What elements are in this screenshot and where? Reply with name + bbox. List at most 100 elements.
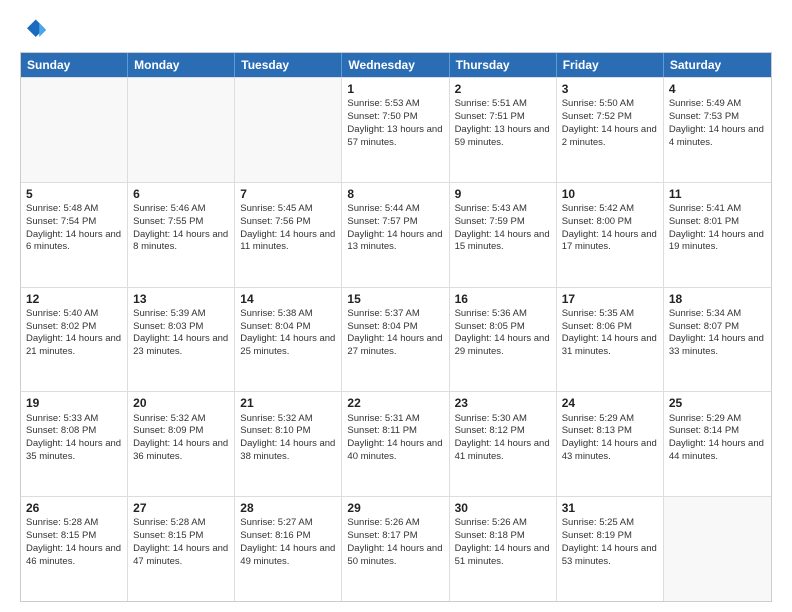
calendar-cell: 5Sunrise: 5:48 AMSunset: 7:54 PMDaylight… xyxy=(21,183,128,287)
calendar-cell: 4Sunrise: 5:49 AMSunset: 7:53 PMDaylight… xyxy=(664,78,771,182)
day-number: 29 xyxy=(347,500,443,516)
day-number: 11 xyxy=(669,186,766,202)
day-number: 14 xyxy=(240,291,336,307)
day-number: 17 xyxy=(562,291,658,307)
cell-info: Sunrise: 5:51 AMSunset: 7:51 PMDaylight:… xyxy=(455,98,551,149)
calendar-cell: 1Sunrise: 5:53 AMSunset: 7:50 PMDaylight… xyxy=(342,78,449,182)
day-number: 15 xyxy=(347,291,443,307)
calendar-cell: 24 Sunrise: 5:29 AMSunset: 8:13 PMDayligh… xyxy=(557,392,664,496)
cell-info: Sunrise: 5:41 AMSunset: 8:01 PMDaylight:… xyxy=(669,203,766,254)
calendar-cell xyxy=(664,497,771,601)
cell-info: Sunrise: 5:38 AMSunset: 8:04 PMDaylight:… xyxy=(240,308,336,359)
day-number: 27 xyxy=(133,500,229,516)
day-number: 2 xyxy=(455,81,551,97)
calendar-cell: 27Sunrise: 5:28 AMSunset: 8:15 PMDayligh… xyxy=(128,497,235,601)
cell-info: Sunrise: 5:25 AMSunset: 8:19 PMDaylight:… xyxy=(562,517,658,568)
logo-icon xyxy=(20,16,48,44)
cell-info: Sunrise: 5:29 AMSunset: 8:13 PMDaylight:… xyxy=(562,413,658,464)
header xyxy=(20,16,772,44)
calendar-cell: 14Sunrise: 5:38 AMSunset: 8:04 PMDayligh… xyxy=(235,288,342,392)
header-day-monday: Monday xyxy=(128,53,235,77)
day-number: 24 xyxy=(562,395,658,411)
calendar-row-0: 1Sunrise: 5:53 AMSunset: 7:50 PMDaylight… xyxy=(21,77,771,182)
cell-info: Sunrise: 5:34 AMSunset: 8:07 PMDaylight:… xyxy=(669,308,766,359)
day-number: 7 xyxy=(240,186,336,202)
cell-info: Sunrise: 5:39 AMSunset: 8:03 PMDaylight:… xyxy=(133,308,229,359)
day-number: 3 xyxy=(562,81,658,97)
day-number: 20 xyxy=(133,395,229,411)
header-day-tuesday: Tuesday xyxy=(235,53,342,77)
calendar-cell: 19Sunrise: 5:33 AMSunset: 8:08 PMDayligh… xyxy=(21,392,128,496)
cell-info: Sunrise: 5:33 AMSunset: 8:08 PMDaylight:… xyxy=(26,413,122,464)
day-number: 4 xyxy=(669,81,766,97)
cell-info: Sunrise: 5:49 AMSunset: 7:53 PMDaylight:… xyxy=(669,98,766,149)
calendar-cell: 18Sunrise: 5:34 AMSunset: 8:07 PMDayligh… xyxy=(664,288,771,392)
calendar-cell: 30Sunrise: 5:26 AMSunset: 8:18 PMDayligh… xyxy=(450,497,557,601)
calendar-cell: 17Sunrise: 5:35 AMSunset: 8:06 PMDayligh… xyxy=(557,288,664,392)
calendar-cell: 29Sunrise: 5:26 AMSunset: 8:17 PMDayligh… xyxy=(342,497,449,601)
cell-info: Sunrise: 5:27 AMSunset: 8:16 PMDaylight:… xyxy=(240,517,336,568)
cell-info: Sunrise: 5:43 AMSunset: 7:59 PMDaylight:… xyxy=(455,203,551,254)
calendar-row-4: 26Sunrise: 5:28 AMSunset: 8:15 PMDayligh… xyxy=(21,496,771,601)
day-number: 25 xyxy=(669,395,766,411)
header-day-saturday: Saturday xyxy=(664,53,771,77)
calendar-row-1: 5Sunrise: 5:48 AMSunset: 7:54 PMDaylight… xyxy=(21,182,771,287)
calendar: SundayMondayTuesdayWednesdayThursdayFrid… xyxy=(20,52,772,602)
header-day-thursday: Thursday xyxy=(450,53,557,77)
calendar-cell: 15Sunrise: 5:37 AMSunset: 8:04 PMDayligh… xyxy=(342,288,449,392)
calendar-cell xyxy=(128,78,235,182)
cell-info: Sunrise: 5:28 AMSunset: 8:15 PMDaylight:… xyxy=(133,517,229,568)
day-number: 23 xyxy=(455,395,551,411)
cell-info: Sunrise: 5:44 AMSunset: 7:57 PMDaylight:… xyxy=(347,203,443,254)
cell-info: Sunrise: 5:48 AMSunset: 7:54 PMDaylight:… xyxy=(26,203,122,254)
cell-info: Sunrise: 5:42 AMSunset: 8:00 PMDaylight:… xyxy=(562,203,658,254)
header-day-friday: Friday xyxy=(557,53,664,77)
cell-info: Sunrise: 5:30 AMSunset: 8:12 PMDaylight:… xyxy=(455,413,551,464)
calendar-header: SundayMondayTuesdayWednesdayThursdayFrid… xyxy=(21,53,771,77)
day-number: 26 xyxy=(26,500,122,516)
day-number: 1 xyxy=(347,81,443,97)
day-number: 18 xyxy=(669,291,766,307)
calendar-body: 1Sunrise: 5:53 AMSunset: 7:50 PMDaylight… xyxy=(21,77,771,601)
cell-info: Sunrise: 5:28 AMSunset: 8:15 PMDaylight:… xyxy=(26,517,122,568)
cell-info: Sunrise: 5:46 AMSunset: 7:55 PMDaylight:… xyxy=(133,203,229,254)
calendar-row-2: 12Sunrise: 5:40 AMSunset: 8:02 PMDayligh… xyxy=(21,287,771,392)
cell-info: Sunrise: 5:26 AMSunset: 8:18 PMDaylight:… xyxy=(455,517,551,568)
calendar-cell: 31Sunrise: 5:25 AMSunset: 8:19 PMDayligh… xyxy=(557,497,664,601)
calendar-cell: 6Sunrise: 5:46 AMSunset: 7:55 PMDaylight… xyxy=(128,183,235,287)
cell-info: Sunrise: 5:26 AMSunset: 8:17 PMDaylight:… xyxy=(347,517,443,568)
cell-info: Sunrise: 5:32 AMSunset: 8:10 PMDaylight:… xyxy=(240,413,336,464)
calendar-cell xyxy=(235,78,342,182)
calendar-cell: 20 Sunrise: 5:32 AMSunset: 8:09 PMDayligh… xyxy=(128,392,235,496)
day-number: 8 xyxy=(347,186,443,202)
day-number: 21 xyxy=(240,395,336,411)
cell-info: Sunrise: 5:45 AMSunset: 7:56 PMDaylight:… xyxy=(240,203,336,254)
cell-info: Sunrise: 5:36 AMSunset: 8:05 PMDaylight:… xyxy=(455,308,551,359)
calendar-cell: 12Sunrise: 5:40 AMSunset: 8:02 PMDayligh… xyxy=(21,288,128,392)
day-number: 5 xyxy=(26,186,122,202)
calendar-cell: 22Sunrise: 5:31 AMSunset: 8:11 PMDayligh… xyxy=(342,392,449,496)
calendar-cell: 9Sunrise: 5:43 AMSunset: 7:59 PMDaylight… xyxy=(450,183,557,287)
day-number: 13 xyxy=(133,291,229,307)
calendar-cell: 11Sunrise: 5:41 AMSunset: 8:01 PMDayligh… xyxy=(664,183,771,287)
header-day-wednesday: Wednesday xyxy=(342,53,449,77)
calendar-cell: 21 Sunrise: 5:32 AMSunset: 8:10 PMDayligh… xyxy=(235,392,342,496)
calendar-row-3: 19Sunrise: 5:33 AMSunset: 8:08 PMDayligh… xyxy=(21,391,771,496)
day-number: 6 xyxy=(133,186,229,202)
cell-info: Sunrise: 5:31 AMSunset: 8:11 PMDaylight:… xyxy=(347,413,443,464)
cell-info: Sunrise: 5:37 AMSunset: 8:04 PMDaylight:… xyxy=(347,308,443,359)
cell-info: Sunrise: 5:29 AMSunset: 8:14 PMDaylight:… xyxy=(669,413,766,464)
calendar-cell: 28Sunrise: 5:27 AMSunset: 8:16 PMDayligh… xyxy=(235,497,342,601)
header-day-sunday: Sunday xyxy=(21,53,128,77)
day-number: 28 xyxy=(240,500,336,516)
calendar-cell: 7Sunrise: 5:45 AMSunset: 7:56 PMDaylight… xyxy=(235,183,342,287)
calendar-cell: 10Sunrise: 5:42 AMSunset: 8:00 PMDayligh… xyxy=(557,183,664,287)
day-number: 31 xyxy=(562,500,658,516)
cell-info: Sunrise: 5:50 AMSunset: 7:52 PMDaylight:… xyxy=(562,98,658,149)
page: SundayMondayTuesdayWednesdayThursdayFrid… xyxy=(0,0,792,612)
day-number: 30 xyxy=(455,500,551,516)
logo xyxy=(20,16,52,44)
day-number: 12 xyxy=(26,291,122,307)
cell-info: Sunrise: 5:40 AMSunset: 8:02 PMDaylight:… xyxy=(26,308,122,359)
cell-info: Sunrise: 5:32 AMSunset: 8:09 PMDaylight:… xyxy=(133,413,229,464)
